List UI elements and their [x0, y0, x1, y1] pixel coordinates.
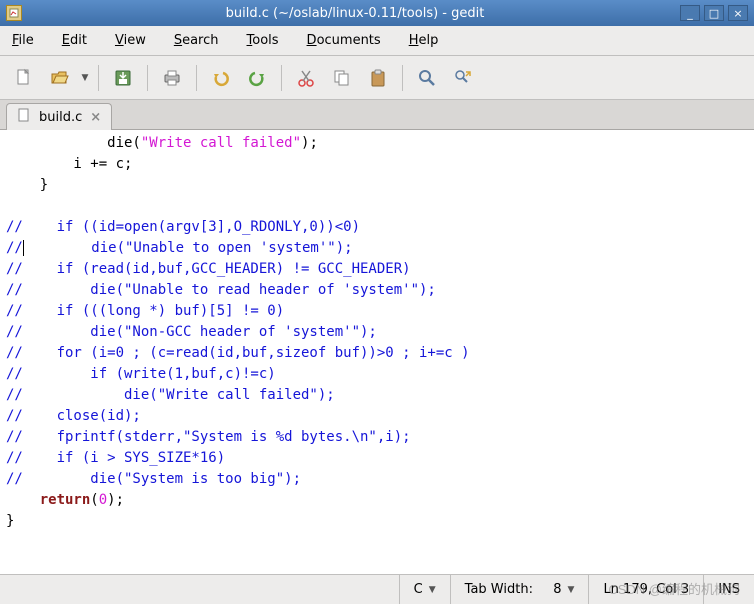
menu-tools[interactable]: Tools: [247, 33, 279, 48]
new-file-button[interactable]: [8, 62, 40, 94]
open-dropdown[interactable]: ▼: [80, 73, 90, 83]
save-button[interactable]: [107, 62, 139, 94]
menu-view[interactable]: View: [115, 33, 146, 48]
cut-button[interactable]: [290, 62, 322, 94]
redo-button[interactable]: [241, 62, 273, 94]
paste-button[interactable]: [362, 62, 394, 94]
toolbar-separator: [196, 65, 197, 91]
code-content[interactable]: die("Write call failed"); i += c; } // i…: [0, 131, 754, 534]
window-close-button[interactable]: ×: [728, 5, 748, 21]
app-icon: [6, 5, 22, 21]
replace-button[interactable]: [447, 62, 479, 94]
window-title: build.c (~/oslab/linux-0.11/tools) - ged…: [30, 6, 680, 21]
window-minimize-button[interactable]: _: [680, 5, 700, 21]
text-editor[interactable]: die("Write call failed"); i += c; } // i…: [0, 130, 754, 574]
text-cursor: [23, 240, 24, 256]
menu-file[interactable]: File: [12, 33, 34, 48]
find-button[interactable]: [411, 62, 443, 94]
tab-close-button[interactable]: ×: [90, 110, 101, 125]
menu-help[interactable]: Help: [409, 33, 439, 48]
window-maximize-button[interactable]: □: [704, 5, 724, 21]
window-titlebar: build.c (~/oslab/linux-0.11/tools) - ged…: [0, 0, 754, 26]
toolbar: ▼: [0, 56, 754, 100]
menu-search[interactable]: Search: [174, 33, 219, 48]
open-file-button[interactable]: [44, 62, 76, 94]
toolbar-separator: [402, 65, 403, 91]
toolbar-separator: [147, 65, 148, 91]
menubar: File Edit View Search Tools Documents He…: [0, 26, 754, 56]
tab-label: build.c: [39, 110, 82, 125]
tab-build-c[interactable]: build.c ×: [6, 103, 112, 130]
insert-mode[interactable]: INS: [703, 575, 754, 604]
undo-button[interactable]: [205, 62, 237, 94]
cursor-position: Ln 179, Col 3: [588, 575, 703, 604]
copy-button[interactable]: [326, 62, 358, 94]
language-selector[interactable]: C▼: [399, 575, 450, 604]
toolbar-separator: [281, 65, 282, 91]
menu-documents[interactable]: Documents: [307, 33, 381, 48]
tab-bar: build.c ×: [0, 100, 754, 130]
menu-edit[interactable]: Edit: [62, 33, 87, 48]
print-button[interactable]: [156, 62, 188, 94]
toolbar-separator: [98, 65, 99, 91]
status-bar: C▼ Tab Width: 8▼ Ln 179, Col 3 INS: [0, 574, 754, 604]
tab-width-selector[interactable]: Tab Width: 8▼: [450, 575, 589, 604]
file-icon: [17, 108, 31, 126]
